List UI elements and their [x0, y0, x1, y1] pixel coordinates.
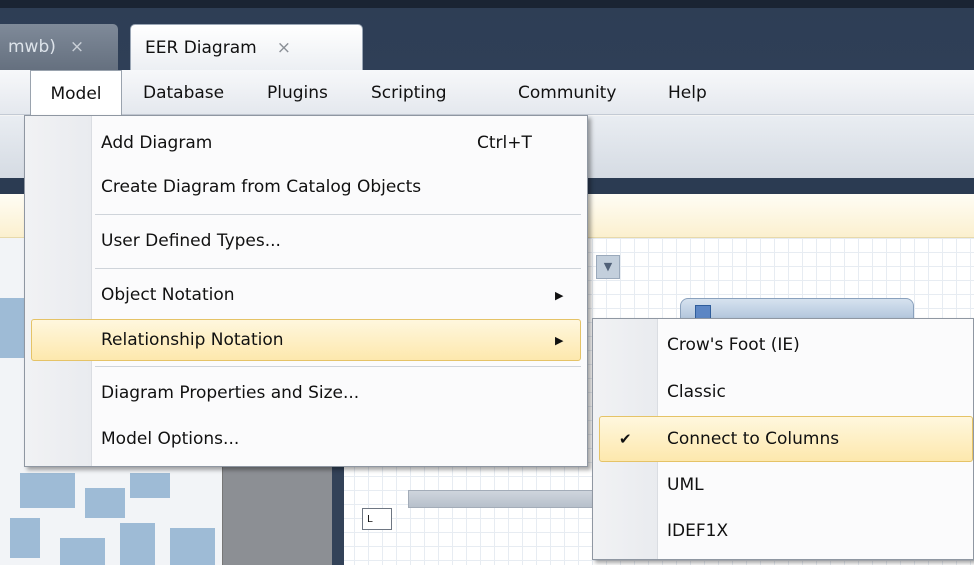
menu-community[interactable]: Community	[518, 70, 616, 115]
menu-item-label: Crow's Foot (IE)	[667, 335, 800, 355]
submenu-arrow-icon: ▶	[555, 333, 564, 347]
submenu-item-crows-foot[interactable]: Crow's Foot (IE)	[593, 322, 973, 368]
tab-model-file[interactable]: mwb) ×	[0, 24, 118, 70]
menu-separator	[95, 366, 581, 367]
menu-separator	[95, 214, 581, 215]
navigator-thumbnail	[120, 523, 155, 565]
menu-item-label: Relationship Notation	[101, 330, 284, 350]
navigator-thumbnail	[10, 518, 40, 558]
model-dropdown-menu: Add Diagram Ctrl+T Create Diagram from C…	[24, 115, 588, 467]
chevron-down-icon[interactable]: ▼	[596, 255, 620, 279]
menu-item-relationship-notation[interactable]: Relationship Notation ▶	[31, 319, 581, 361]
navigator-thumbnail	[60, 538, 105, 565]
menu-item-create-diagram-from-catalog[interactable]: Create Diagram from Catalog Objects	[25, 166, 587, 208]
navigator-thumbnail	[130, 473, 170, 498]
diagram-table-bar	[408, 490, 598, 508]
menu-item-user-defined-types[interactable]: User Defined Types...	[25, 220, 587, 262]
menu-item-label: Classic	[667, 382, 726, 402]
submenu-item-idef1x[interactable]: IDEF1X	[593, 508, 973, 554]
layer-icon[interactable]: L	[362, 508, 392, 530]
menu-help[interactable]: Help	[668, 70, 707, 115]
tab-eer-diagram[interactable]: EER Diagram ×	[130, 24, 363, 70]
menu-scripting[interactable]: Scripting	[371, 70, 447, 115]
close-icon[interactable]: ×	[277, 38, 291, 58]
menu-item-label: Add Diagram	[101, 133, 213, 153]
menu-item-label: Create Diagram from Catalog Objects	[101, 177, 422, 197]
check-icon: ✔	[619, 430, 632, 448]
menu-database[interactable]: Database	[143, 70, 224, 115]
menu-item-add-diagram[interactable]: Add Diagram Ctrl+T	[25, 122, 587, 164]
navigator-thumbnail	[170, 528, 215, 565]
relationship-notation-submenu: Crow's Foot (IE) Classic ✔ Connect to Co…	[592, 318, 974, 560]
menu-item-label: Object Notation	[101, 285, 235, 305]
tab-label: EER Diagram	[145, 37, 257, 58]
menu-item-model-options[interactable]: Model Options...	[25, 418, 587, 460]
menu-separator	[95, 268, 581, 269]
submenu-arrow-icon: ▶	[555, 288, 564, 302]
close-icon[interactable]: ×	[70, 37, 84, 57]
menu-item-label: Connect to Columns	[667, 429, 840, 449]
menu-model[interactable]: Model	[30, 70, 122, 116]
menu-item-diagram-properties[interactable]: Diagram Properties and Size...	[25, 372, 587, 414]
menu-plugins[interactable]: Plugins	[267, 70, 328, 115]
menu-item-label: IDEF1X	[667, 521, 729, 541]
menu-item-label: UML	[667, 475, 704, 495]
tab-label: mwb)	[8, 37, 56, 57]
submenu-item-connect-to-columns[interactable]: ✔ Connect to Columns	[599, 416, 973, 462]
submenu-item-uml[interactable]: UML	[593, 462, 973, 508]
navigator-thumbnail	[85, 488, 125, 518]
submenu-item-classic[interactable]: Classic	[593, 369, 973, 415]
menubar: Model Database Plugins Scripting Communi…	[0, 70, 974, 116]
menu-item-object-notation[interactable]: Object Notation ▶	[25, 274, 587, 316]
menu-item-label: Model Options...	[101, 429, 240, 449]
navigator-thumbnail	[20, 473, 75, 508]
menu-item-label: User Defined Types...	[101, 231, 281, 251]
shortcut-label: Ctrl+T	[477, 133, 532, 153]
menu-item-label: Diagram Properties and Size...	[101, 383, 360, 403]
